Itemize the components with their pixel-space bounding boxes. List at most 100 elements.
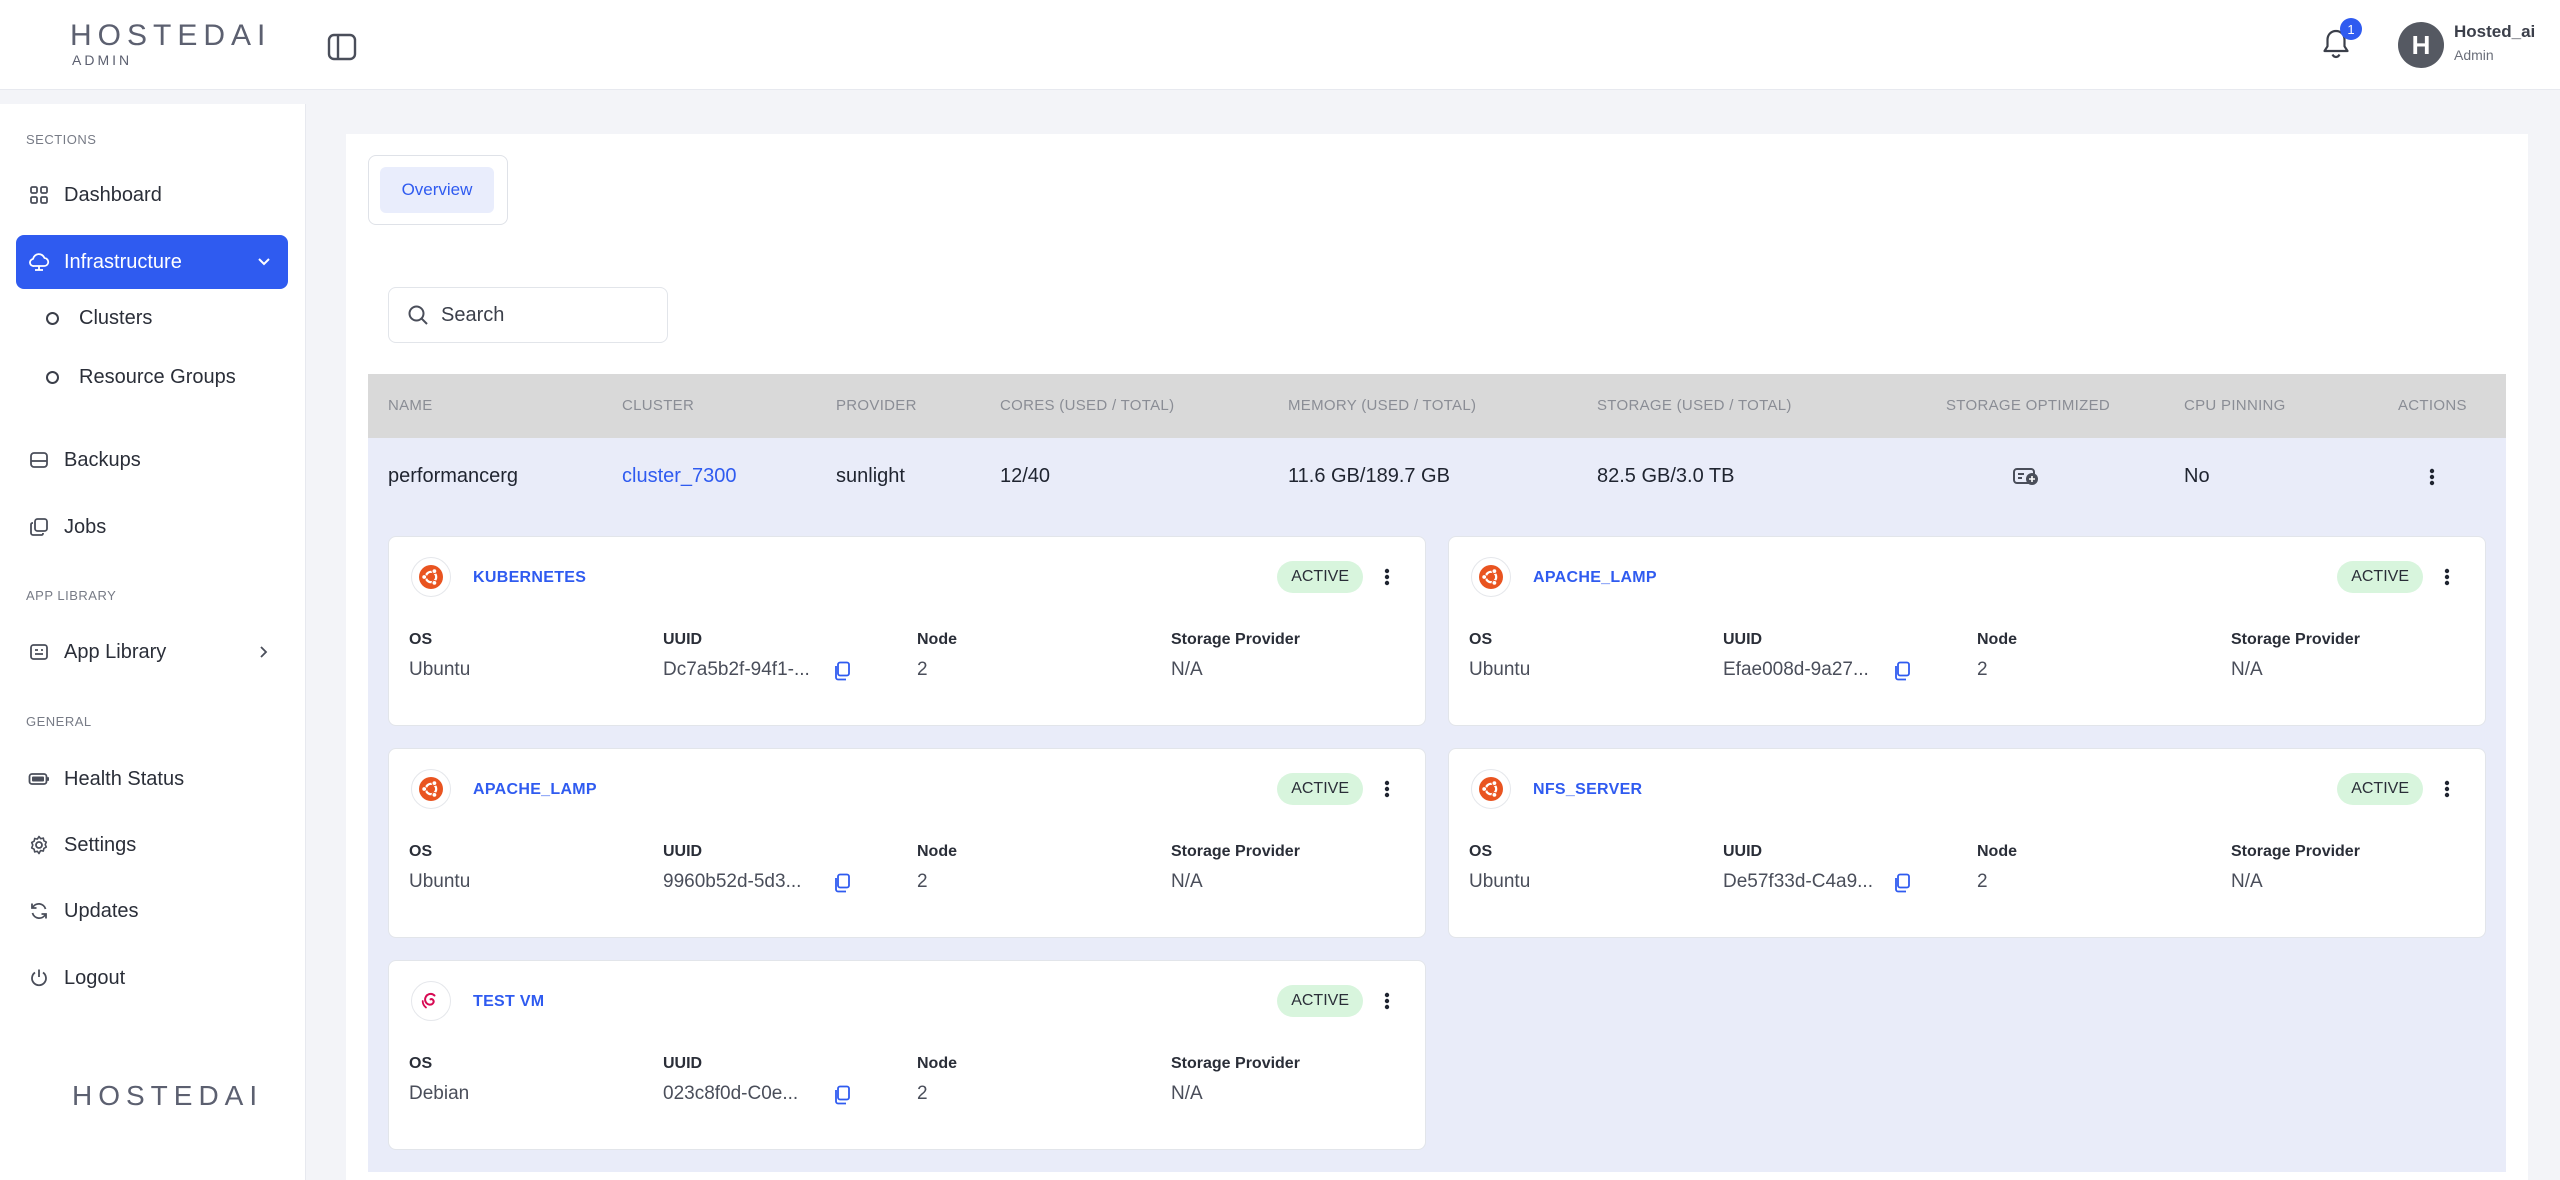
uuid-label: UUID bbox=[663, 843, 703, 860]
row-provider: sunlight bbox=[836, 465, 905, 487]
os-value: Ubuntu bbox=[1469, 871, 1531, 892]
os-label: OS bbox=[409, 631, 433, 648]
column-header-provider[interactable]: PROVIDER bbox=[836, 397, 917, 414]
row-memory: 11.6 GB/189.7 GB bbox=[1288, 465, 1450, 487]
copy-uuid-icon[interactable] bbox=[833, 1085, 851, 1105]
os-value: Debian bbox=[409, 1083, 470, 1104]
chevron-right-icon bbox=[254, 642, 274, 662]
app-logo[interactable]: HOSTEDAI ADMIN bbox=[70, 19, 272, 69]
ubuntu-icon bbox=[1471, 769, 1511, 809]
uuid-value: 023c8f0d-C0e... bbox=[663, 1083, 799, 1104]
sidebar-item-infrastructure[interactable]: Infrastructure bbox=[16, 235, 288, 289]
column-header-storage-optimized[interactable]: STORAGE OPTIMIZED bbox=[1946, 397, 2110, 414]
os-value: Ubuntu bbox=[409, 871, 471, 892]
row-cluster-link[interactable]: cluster_7300 bbox=[622, 465, 737, 488]
ubuntu-icon bbox=[411, 557, 451, 597]
sidebar-item-resource-groups[interactable]: Resource Groups bbox=[46, 357, 236, 397]
node-value: 2 bbox=[917, 1083, 928, 1104]
vm-card: NFS_SERVER ACTIVE OS Ubuntu UUID De57f33d-C4a… bbox=[1448, 748, 2486, 938]
os-label: OS bbox=[1469, 843, 1493, 860]
copy-uuid-icon[interactable] bbox=[833, 661, 851, 681]
chevron-down-icon bbox=[254, 252, 274, 272]
copy-uuid-icon[interactable] bbox=[833, 873, 851, 893]
vm-name-link[interactable]: TEST VM bbox=[473, 993, 544, 1011]
node-label: Node bbox=[917, 843, 957, 860]
section-label-general: GENERAL bbox=[26, 714, 92, 729]
status-badge: ACTIVE bbox=[1277, 561, 1363, 593]
uuid-label: UUID bbox=[663, 631, 703, 648]
uuid-value: De57f33d-C4a9... bbox=[1723, 871, 1873, 892]
vm-actions-button[interactable] bbox=[2439, 777, 2455, 801]
column-header-cpu-pinning[interactable]: CPU PINNING bbox=[2184, 397, 2286, 414]
search-input[interactable] bbox=[441, 303, 641, 327]
vm-name-link[interactable]: APACHE_LAMP bbox=[473, 781, 597, 799]
sidebar-item-health-status[interactable]: Health Status bbox=[16, 752, 288, 806]
copy-uuid-icon[interactable] bbox=[1893, 873, 1911, 893]
vm-name-link[interactable]: APACHE_LAMP bbox=[1533, 569, 1657, 587]
more-vertical-icon bbox=[2444, 568, 2450, 586]
sidebar-item-label: Backups bbox=[64, 448, 141, 471]
storage-provider-label: Storage Provider bbox=[1171, 843, 1300, 860]
uuid-label: UUID bbox=[1723, 631, 1763, 648]
column-header-cluster[interactable]: CLUSTER bbox=[622, 397, 694, 414]
column-header-memory[interactable]: MEMORY (USED / TOTAL) bbox=[1288, 397, 1476, 414]
storage-provider-value: N/A bbox=[1171, 659, 1203, 680]
storage-provider-value: N/A bbox=[2231, 871, 2263, 892]
section-label-app-library: APP LIBRARY bbox=[26, 588, 117, 603]
power-icon bbox=[28, 967, 50, 989]
search-field[interactable] bbox=[388, 287, 668, 343]
vm-card: APACHE_LAMP ACTIVE OS Ubuntu UUID Efae008d-9a… bbox=[1448, 536, 2486, 726]
sidebar: SECTIONS Dashboard Infrastructure Cluste… bbox=[0, 104, 306, 1180]
app-library-icon bbox=[28, 641, 50, 663]
status-badge: ACTIVE bbox=[1277, 773, 1363, 805]
sidebar-item-label: Jobs bbox=[64, 515, 107, 538]
sidebar-item-clusters[interactable]: Clusters bbox=[46, 298, 152, 338]
node-value: 2 bbox=[1977, 659, 1988, 680]
user-name[interactable]: Hosted_ai bbox=[2454, 22, 2535, 42]
column-header-cores[interactable]: CORES (USED / TOTAL) bbox=[1000, 397, 1174, 414]
column-header-name[interactable]: NAME bbox=[388, 397, 433, 414]
os-label: OS bbox=[1469, 631, 1493, 648]
vm-card: KUBERNETES ACTIVE OS Ubuntu UUID Dc7a5b2f-94f… bbox=[388, 536, 1426, 726]
row-actions-button[interactable] bbox=[2424, 464, 2440, 490]
tab-overview[interactable]: Overview bbox=[380, 167, 494, 213]
notifications-button[interactable]: 1 bbox=[2316, 18, 2362, 64]
node-value: 2 bbox=[917, 871, 928, 892]
sidebar-item-label: Clusters bbox=[79, 306, 153, 329]
row-cores: 12/40 bbox=[1000, 465, 1051, 487]
user-role: Admin bbox=[2454, 47, 2494, 63]
sidebar-item-updates[interactable]: Updates bbox=[16, 884, 288, 938]
vm-card: APACHE_LAMP ACTIVE OS Ubuntu UUID 9960b52d-5d… bbox=[388, 748, 1426, 938]
logo-brand: HOSTEDAI bbox=[70, 19, 272, 52]
sidebar-item-dashboard[interactable]: Dashboard bbox=[16, 168, 288, 222]
storage-provider-value: N/A bbox=[1171, 871, 1203, 892]
column-header-storage[interactable]: STORAGE (USED / TOTAL) bbox=[1597, 397, 1792, 414]
table-header: NAME CLUSTER PROVIDER CORES (USED / TOTA… bbox=[368, 374, 2506, 438]
uuid-label: UUID bbox=[663, 1055, 703, 1072]
storage-provider-value: N/A bbox=[2231, 659, 2263, 680]
sidebar-item-settings[interactable]: Settings bbox=[16, 818, 288, 872]
vm-actions-button[interactable] bbox=[1379, 989, 1395, 1013]
sidebar-toggle-button[interactable] bbox=[325, 30, 359, 64]
status-badge: ACTIVE bbox=[2337, 561, 2423, 593]
sidebar-item-jobs[interactable]: Jobs bbox=[16, 500, 288, 554]
database-icon bbox=[28, 449, 50, 471]
vm-name-link[interactable]: NFS_SERVER bbox=[1533, 781, 1642, 799]
dashboard-icon bbox=[28, 184, 50, 206]
node-label: Node bbox=[917, 631, 957, 648]
vm-actions-button[interactable] bbox=[1379, 777, 1395, 801]
uuid-value: Efae008d-9a27... bbox=[1723, 659, 1869, 680]
top-bar: HOSTEDAI ADMIN 1 H Hosted_ai Admin bbox=[0, 0, 2560, 90]
status-badge: ACTIVE bbox=[1277, 985, 1363, 1017]
vm-actions-button[interactable] bbox=[1379, 565, 1395, 589]
sidebar-item-app-library[interactable]: App Library bbox=[16, 625, 288, 679]
status-badge: ACTIVE bbox=[2337, 773, 2423, 805]
copy-uuid-icon[interactable] bbox=[1893, 661, 1911, 681]
sidebar-item-backups[interactable]: Backups bbox=[16, 433, 288, 487]
vm-name-link[interactable]: KUBERNETES bbox=[473, 569, 586, 587]
sidebar-item-label: Dashboard bbox=[64, 183, 162, 206]
sidebar-item-logout[interactable]: Logout bbox=[16, 951, 288, 1005]
more-vertical-icon bbox=[1384, 780, 1390, 798]
avatar[interactable]: H bbox=[2398, 22, 2444, 68]
vm-actions-button[interactable] bbox=[2439, 565, 2455, 589]
